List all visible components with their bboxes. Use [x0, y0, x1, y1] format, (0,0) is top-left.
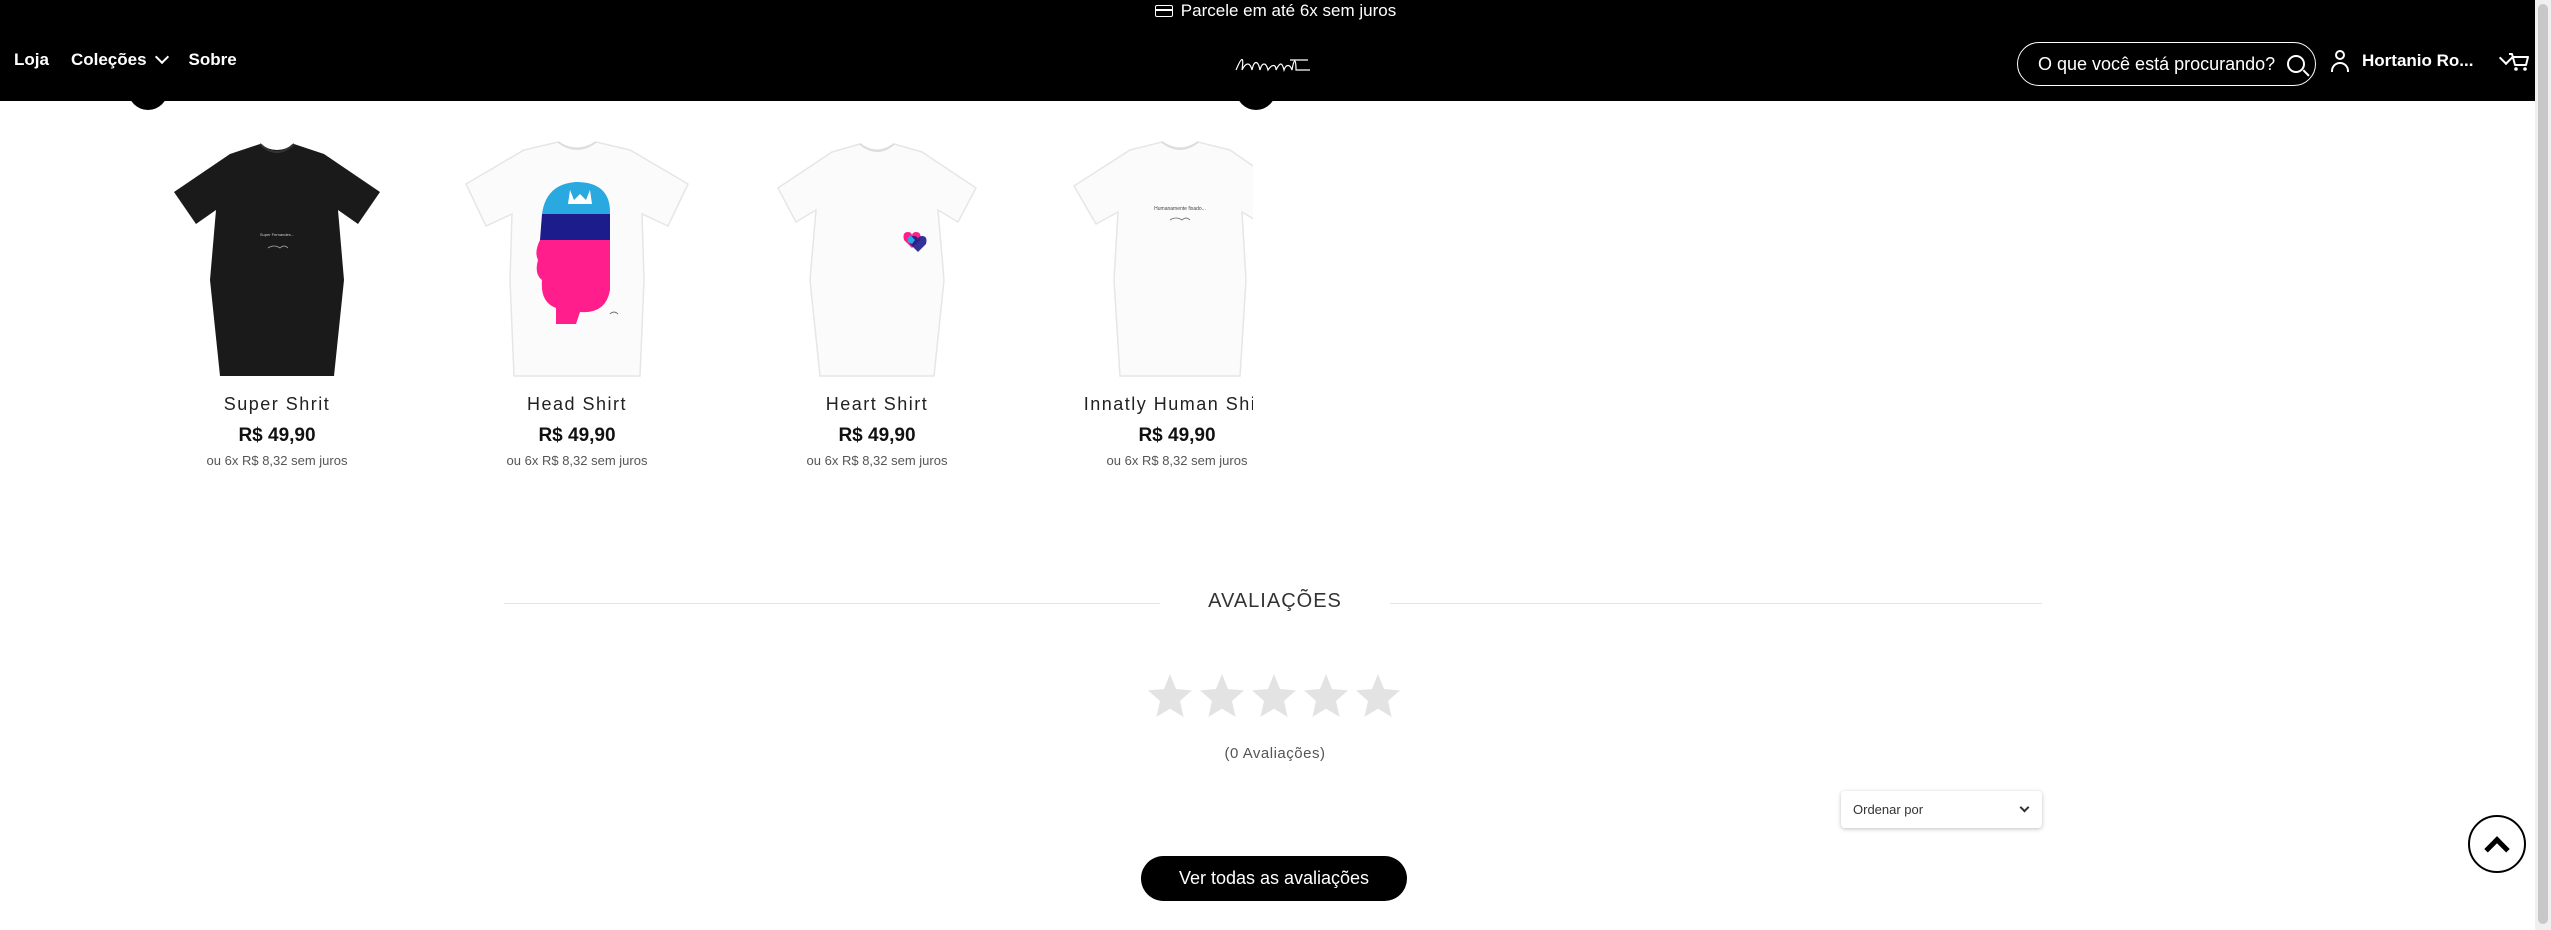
- credit-card-icon: [1154, 5, 1173, 17]
- promo-bar: Parcele em até 6x sem juros: [0, 0, 2551, 22]
- star-empty-icon: [1356, 674, 1400, 717]
- carousel-prev-button[interactable]: [128, 70, 168, 110]
- rating-stars: [1146, 672, 1402, 720]
- nav-loja[interactable]: Loja: [14, 50, 49, 70]
- product-installments: ou 6x R$ 8,32 sem juros: [1106, 453, 1248, 468]
- reviews-count: (0 Avaliações): [1224, 745, 1326, 762]
- product-card[interactable]: Humanamente fixado... Innatly Human Shir…: [1027, 140, 1253, 468]
- product-name[interactable]: Innatly Human Shirt: [1027, 394, 1253, 415]
- main-nav: Loja Coleções Sobre: [14, 49, 237, 70]
- product-card[interactable]: Heart Shirt R$ 49,90 ou 6x R$ 8,32 sem j…: [727, 140, 1027, 468]
- product-name[interactable]: Super Shrit: [127, 394, 427, 415]
- product-image: Humanamente fixado...: [1072, 141, 1253, 377]
- reviews-title: AVALIAÇÕES: [1160, 590, 1390, 613]
- product-installments: ou 6x R$ 8,32 sem juros: [506, 453, 648, 468]
- user-name: Hortanio Ro...: [2362, 51, 2474, 70]
- product-card[interactable]: Super Fernandes... Super Shrit R$ 49,90 …: [127, 140, 427, 468]
- chevron-down-icon: [154, 49, 169, 65]
- product-print-text: Humanamente fixado...: [1154, 206, 1206, 212]
- carousel-next-button[interactable]: [1236, 70, 1276, 110]
- product-installments: ou 6x R$ 8,32 sem juros: [806, 453, 948, 468]
- star-empty-icon: [1304, 674, 1348, 717]
- cart-icon[interactable]: [2508, 52, 2530, 72]
- nav-sobre[interactable]: Sobre: [189, 50, 237, 70]
- star-empty-icon: [1148, 674, 1192, 717]
- divider: [504, 603, 1160, 604]
- product-name[interactable]: Head Shirt: [427, 394, 727, 415]
- product-print-text: Super Fernandes...: [260, 232, 294, 237]
- user-icon: [2330, 50, 2350, 72]
- product-price: R$ 49,90: [538, 425, 616, 446]
- back-to-top-button[interactable]: [2468, 815, 2526, 873]
- sort-select[interactable]: Ordenar por: [1841, 791, 2042, 828]
- product-name[interactable]: Heart Shirt: [727, 394, 1027, 415]
- product-price: R$ 49,90: [838, 425, 916, 446]
- sort-label: Ordenar por: [1853, 802, 1924, 817]
- star-empty-icon: [1200, 674, 1244, 717]
- scrollbar-thumb[interactable]: [2538, 4, 2548, 924]
- star-empty-icon: [1252, 674, 1296, 717]
- product-price: R$ 49,90: [238, 425, 316, 446]
- product-price: R$ 49,90: [1138, 425, 1216, 446]
- product-card[interactable]: Head Shirt R$ 49,90 ou 6x R$ 8,32 sem ju…: [427, 140, 727, 468]
- nav-colecoes[interactable]: Coleções: [70, 49, 169, 70]
- search-placeholder: O que você está procurando?: [2038, 53, 2276, 74]
- search-icon[interactable]: [2287, 55, 2305, 73]
- promo-text: Parcele em até 6x sem juros: [1180, 1, 1397, 20]
- product-installments: ou 6x R$ 8,32 sem juros: [206, 453, 348, 468]
- divider: [1390, 603, 2042, 604]
- product-image: [465, 141, 689, 377]
- product-carousel: Super Fernandes... Super Shrit R$ 49,90 …: [127, 140, 1253, 490]
- chevron-up-icon: [2484, 836, 2510, 862]
- product-image: [777, 143, 977, 377]
- user-menu[interactable]: Hortanio Ro...: [2330, 50, 2514, 72]
- nav-colecoes-label: Coleções: [70, 50, 147, 69]
- product-image: Super Fernandes...: [174, 143, 380, 376]
- search-input[interactable]: O que você está procurando?: [2017, 42, 2316, 86]
- view-all-reviews-button[interactable]: Ver todas as avaliações: [1141, 856, 1407, 901]
- chevron-down-icon: [2019, 802, 2030, 813]
